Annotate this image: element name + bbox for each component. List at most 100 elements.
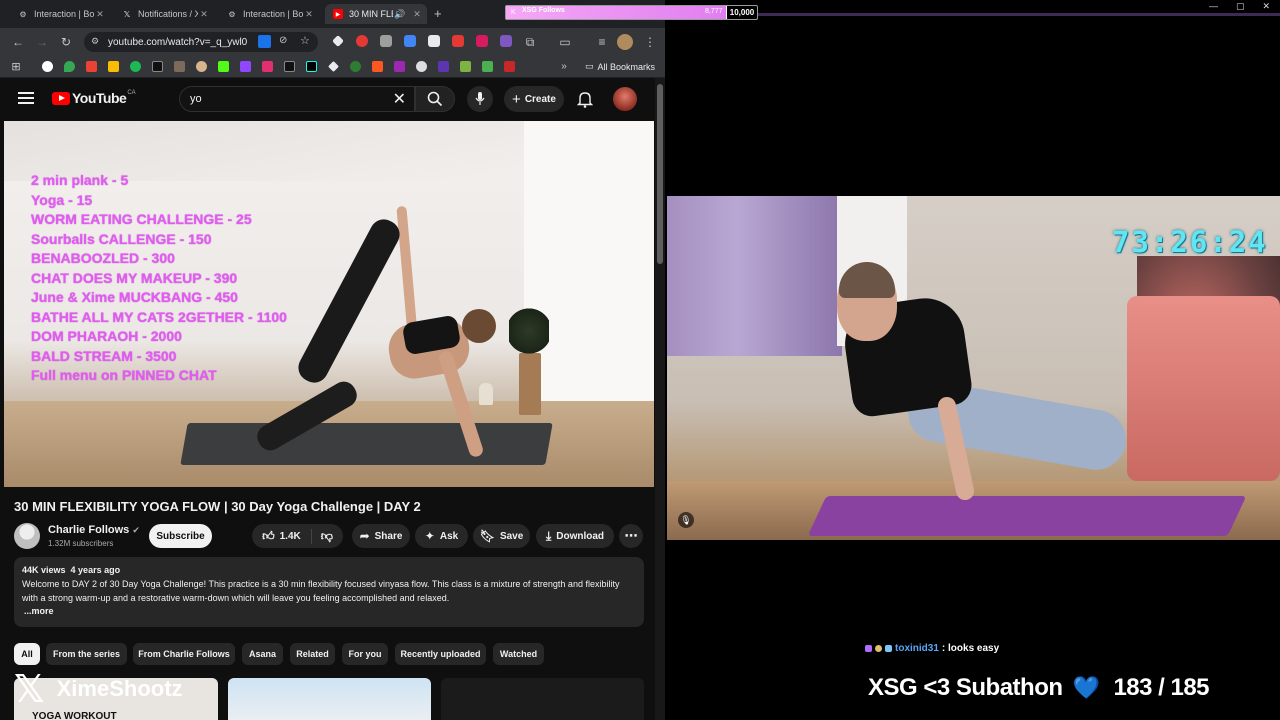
microphone-icon: 🎙︎	[678, 512, 694, 528]
google-bookmark-icon[interactable]	[42, 61, 53, 72]
install-app-icon[interactable]	[258, 35, 271, 48]
tab-interaction-2[interactable]: ⚙ Interaction | Bot ✕	[219, 4, 319, 24]
microphone-icon	[475, 92, 485, 105]
ask-button[interactable]: ✦ Ask	[415, 524, 468, 548]
badge-icon	[875, 645, 882, 652]
bookmark-icon[interactable]	[394, 61, 405, 72]
more-actions-button[interactable]: ⋯	[619, 524, 643, 548]
search-input[interactable]: yo ✕	[179, 86, 415, 112]
kick-icon: K	[511, 9, 516, 16]
chip-for-you[interactable]: For you	[342, 643, 388, 665]
chip-all[interactable]: All	[14, 643, 40, 665]
more-bookmarks-icon[interactable]: »	[556, 59, 572, 75]
close-icon[interactable]: ✕	[411, 9, 423, 20]
back-button[interactable]: ←	[10, 34, 26, 50]
bookmark-icon[interactable]	[174, 61, 185, 72]
video-description[interactable]: 44K views 4 years ago Welcome to DAY 2 o…	[14, 557, 644, 627]
gmail-bookmark-icon[interactable]	[86, 61, 97, 72]
like-button[interactable]: 👍︎ 1.4K	[262, 528, 312, 544]
extension-icon[interactable]	[428, 35, 440, 47]
x-bookmark-icon[interactable]	[284, 61, 295, 72]
all-bookmarks-button[interactable]: ▭ All Bookmarks	[585, 61, 655, 72]
new-tab-button[interactable]: +	[434, 6, 442, 21]
extension-icon[interactable]	[500, 35, 512, 47]
bookmark-icon[interactable]	[196, 61, 207, 72]
menu-icon[interactable]	[18, 92, 34, 104]
media-controls-icon[interactable]: ≡	[594, 34, 610, 50]
scrollbar-thumb[interactable]	[657, 84, 663, 264]
tab-youtube[interactable]: ▶ 30 MIN FLEXI 🔊 ✕	[325, 4, 427, 24]
menu-item: 2 min plank - 5	[31, 172, 129, 188]
maximize-icon[interactable]: ▢	[1236, 1, 1245, 12]
twitch-bookmark-icon[interactable]	[240, 61, 251, 72]
recommended-video-thumbnail[interactable]	[441, 678, 644, 720]
chip-recently-uploaded[interactable]: Recently uploaded	[395, 643, 486, 665]
reload-button[interactable]: ↻	[58, 34, 74, 50]
bookmark-icon[interactable]	[350, 61, 361, 72]
yoga-mat	[180, 423, 553, 465]
tab-interaction-1[interactable]: ⚙ Interaction | Bot ✕	[10, 4, 110, 24]
profile-avatar[interactable]	[617, 34, 633, 50]
page-scrollbar[interactable]	[655, 78, 665, 720]
drive-bookmark-icon[interactable]	[108, 61, 119, 72]
chip-from-series[interactable]: From the series	[46, 643, 127, 665]
tab-search-icon[interactable]: ▭	[557, 34, 573, 50]
save-button[interactable]: 🔖︎ Save	[473, 524, 530, 548]
dislike-button[interactable]: 👎︎	[317, 529, 333, 544]
star-icon[interactable]: ☆	[300, 34, 310, 47]
notifications-button[interactable]	[576, 90, 594, 113]
subscribe-button[interactable]: Subscribe	[149, 524, 212, 548]
account-avatar[interactable]	[613, 87, 637, 111]
chip-related[interactable]: Related	[290, 643, 335, 665]
tab-notifications[interactable]: 𝕏 Notifications / X ✕	[114, 4, 214, 24]
voice-search-button[interactable]	[467, 86, 493, 112]
video-player[interactable]: 2 min plank - 5 Yoga - 15 WORM EATING CH…	[4, 121, 654, 487]
extension-icon[interactable]	[476, 35, 488, 47]
menu-item: CHAT DOES MY MAKEUP - 390	[31, 269, 238, 286]
address-bar[interactable]: ⚙ youtube.com/watch?v=_q_ywl0... ⊘ ☆	[84, 32, 318, 52]
instagram-bookmark-icon[interactable]	[262, 61, 273, 72]
translate-extension-icon[interactable]	[404, 35, 416, 47]
channel-avatar[interactable]	[14, 523, 40, 549]
recommended-video-thumbnail[interactable]	[228, 678, 431, 720]
kick-bookmark-icon[interactable]	[218, 61, 229, 72]
extensions-puzzle-icon[interactable]: ⧉	[522, 34, 538, 50]
bookmark-icon[interactable]	[504, 61, 515, 72]
download-button[interactable]: ⤓ Download	[536, 524, 614, 548]
apps-grid-icon[interactable]: ⊞	[8, 59, 24, 75]
eye-off-icon[interactable]: ⊘	[279, 35, 287, 46]
bookmark-icon[interactable]	[372, 61, 383, 72]
clear-search-icon[interactable]: ✕	[393, 89, 406, 109]
chip-asana[interactable]: Asana	[242, 643, 283, 665]
speaker-icon[interactable]: 🔊	[393, 9, 407, 20]
extension-icon[interactable]	[380, 35, 392, 47]
extension-icon[interactable]	[452, 35, 464, 47]
minimize-icon[interactable]: —	[1209, 1, 1218, 12]
chip-from-channel[interactable]: From Charlie Follows	[133, 643, 235, 665]
bookmark-icon[interactable]	[438, 61, 449, 72]
bookmark-icon[interactable]	[460, 61, 471, 72]
extension-icon[interactable]	[356, 35, 368, 47]
maps-bookmark-icon[interactable]	[64, 61, 75, 72]
close-icon[interactable]: ✕	[94, 9, 106, 20]
bookmark-icon[interactable]	[328, 61, 339, 72]
share-button[interactable]: ➦ Share	[352, 524, 410, 548]
extension-icon[interactable]	[332, 35, 344, 47]
tiktok-bookmark-icon[interactable]	[306, 61, 317, 72]
forward-button[interactable]: →	[34, 34, 50, 50]
site-info-icon[interactable]: ⚙	[91, 36, 99, 47]
close-icon[interactable]: ✕	[198, 9, 210, 20]
close-icon[interactable]: ✕	[1262, 1, 1270, 12]
youtube-logo[interactable]: YouTube CA	[52, 90, 136, 106]
bookmark-icon[interactable]	[416, 61, 427, 72]
browser-menu-icon[interactable]: ⋮	[642, 34, 658, 50]
bookmark-icon[interactable]	[482, 61, 493, 72]
spotify-bookmark-icon[interactable]	[130, 61, 141, 72]
show-more-link[interactable]: ...more	[24, 606, 636, 616]
chip-watched[interactable]: Watched	[493, 643, 544, 665]
create-button[interactable]: + Create	[504, 86, 564, 112]
search-button[interactable]	[415, 86, 455, 112]
channel-name[interactable]: Charlie Follows ✔	[48, 524, 140, 536]
close-icon[interactable]: ✕	[303, 9, 315, 20]
x-bookmark-icon[interactable]	[152, 61, 163, 72]
